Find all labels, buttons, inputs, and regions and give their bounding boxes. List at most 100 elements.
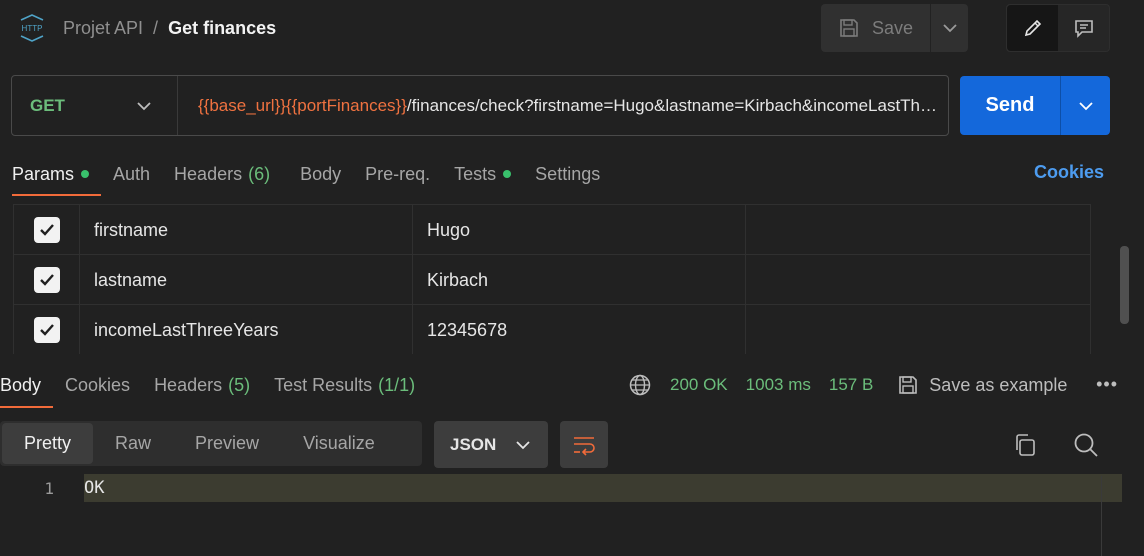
tab-label: Settings	[535, 163, 601, 184]
response-meta: 200 OK 1003 ms 157 B Save as example	[628, 362, 1067, 408]
tab-settings[interactable]: Settings	[523, 152, 612, 196]
tab-pre-request[interactable]: Pre-req.	[353, 152, 442, 196]
param-key[interactable]: lastname	[80, 255, 413, 305]
url-input[interactable]: {{base_url}}{{portFinances}}/finances/ch…	[178, 96, 948, 116]
pencil-icon	[1024, 19, 1041, 37]
save-as-example-button[interactable]: Save as example	[897, 374, 1067, 396]
table-row: incomeLastThreeYears 12345678	[13, 305, 1091, 354]
format-tabs: Pretty Raw Preview Visualize	[0, 421, 422, 466]
tab-label: Tests	[454, 163, 497, 184]
tab-label: Headers	[154, 374, 223, 395]
tab-auth[interactable]: Auth	[101, 152, 162, 196]
tab-label: Pre-req.	[365, 163, 431, 184]
param-value[interactable]: Kirbach	[413, 255, 746, 305]
edit-button[interactable]	[1007, 5, 1058, 51]
param-description[interactable]	[746, 305, 1091, 354]
wrap-icon	[574, 436, 595, 456]
params-table: firstname Hugo lastname Kirbach incomeLa…	[13, 204, 1091, 354]
breadcrumb-separator: /	[153, 17, 159, 38]
param-description[interactable]	[746, 205, 1091, 255]
save-button-group: Save	[821, 4, 968, 52]
http-icon: HTTP	[18, 14, 46, 42]
chevron-down-icon	[137, 101, 151, 110]
table-row: lastname Kirbach	[13, 255, 1091, 305]
checkbox-cell	[13, 205, 80, 255]
response-editor[interactable]: 1 OK	[0, 474, 1122, 556]
param-checkbox[interactable]	[33, 317, 60, 343]
send-button-group: Send	[960, 76, 1110, 135]
tab-response-body[interactable]: Body	[0, 362, 54, 408]
request-tabs: Params Auth Headers (6) Body Pre-req. Tes…	[0, 152, 1144, 196]
save-options-button[interactable]	[930, 4, 968, 52]
save-label: Save	[871, 17, 914, 38]
tab-headers[interactable]: Headers (6)	[162, 152, 282, 196]
param-key[interactable]: firstname	[80, 205, 413, 255]
response-time[interactable]: 1003 ms	[746, 375, 811, 395]
language-label: JSON	[450, 434, 497, 454]
more-options-icon[interactable]: •••	[1096, 374, 1118, 395]
chevron-down-icon	[516, 440, 530, 449]
status-code[interactable]: 200 OK	[670, 375, 728, 395]
language-select[interactable]: JSON	[434, 421, 548, 468]
status-dot	[503, 170, 512, 178]
method-label: GET	[30, 95, 65, 115]
tab-tests[interactable]: Tests	[442, 152, 523, 196]
tab-response-cookies[interactable]: Cookies	[53, 362, 142, 408]
save-button[interactable]: Save	[821, 4, 930, 52]
tab-count: (6)	[248, 163, 271, 184]
search-icon[interactable]	[1072, 431, 1100, 459]
send-button[interactable]: Send	[960, 76, 1060, 135]
request-title[interactable]: Get finances	[168, 18, 276, 39]
copy-icon[interactable]	[1012, 432, 1038, 458]
response-tabs: Body Cookies Headers (5) Test Results (1/1…	[0, 362, 1144, 408]
svg-text:HTTP: HTTP	[22, 24, 43, 33]
param-value[interactable]: Hugo	[413, 205, 746, 255]
cookies-link[interactable]: Cookies	[1034, 162, 1104, 183]
response-size[interactable]: 157 B	[829, 375, 873, 395]
check-icon	[39, 324, 54, 336]
param-description[interactable]	[746, 255, 1091, 305]
status-dot	[81, 170, 90, 178]
table-row: firstname Hugo	[13, 205, 1091, 255]
comments-button[interactable]	[1058, 5, 1109, 51]
check-icon	[39, 224, 54, 236]
send-options-button[interactable]	[1060, 76, 1110, 135]
format-preview[interactable]: Preview	[173, 423, 281, 464]
tab-label: Cookies	[65, 374, 131, 395]
scrollbar[interactable]	[1120, 246, 1129, 324]
comment-icon	[1074, 20, 1093, 38]
editor-scroll-edge	[1101, 476, 1102, 556]
wrap-lines-button[interactable]	[560, 421, 608, 468]
param-key[interactable]: incomeLastThreeYears	[80, 305, 413, 354]
url-path: /finances/check?firstname=Hugo&lastname=…	[406, 95, 948, 115]
code-line: 1 OK	[0, 474, 1122, 502]
tab-label: Auth	[113, 163, 151, 184]
tab-count: (5)	[228, 374, 251, 395]
save-icon	[840, 19, 858, 37]
code-text: OK	[84, 474, 1122, 502]
tab-test-results[interactable]: Test Results (1/1)	[262, 362, 427, 408]
param-checkbox[interactable]	[33, 267, 60, 293]
breadcrumb: Projet API / Get finances	[63, 16, 276, 40]
checkbox-cell	[13, 305, 80, 354]
save-example-label: Save as example	[929, 374, 1068, 395]
param-checkbox[interactable]	[33, 217, 60, 243]
method-select[interactable]: GET	[12, 76, 178, 135]
view-toggle	[1006, 4, 1110, 52]
tab-count: (1/1)	[378, 374, 416, 395]
globe-icon[interactable]	[628, 373, 652, 397]
param-value[interactable]: 12345678	[413, 305, 746, 354]
tab-response-headers[interactable]: Headers (5)	[142, 362, 262, 408]
tab-body[interactable]: Body	[288, 152, 353, 196]
line-number: 1	[44, 478, 54, 498]
tab-label: Body	[300, 163, 342, 184]
check-icon	[39, 274, 54, 286]
tab-label: Params	[12, 163, 75, 184]
tab-params[interactable]: Params	[0, 152, 102, 196]
format-raw[interactable]: Raw	[93, 423, 173, 464]
breadcrumb-collection[interactable]: Projet API	[63, 18, 143, 39]
tab-label: Body	[0, 374, 42, 395]
url-variable-base-url: {{base_url}}	[198, 95, 286, 115]
format-pretty[interactable]: Pretty	[2, 423, 94, 464]
format-visualize[interactable]: Visualize	[281, 423, 397, 464]
